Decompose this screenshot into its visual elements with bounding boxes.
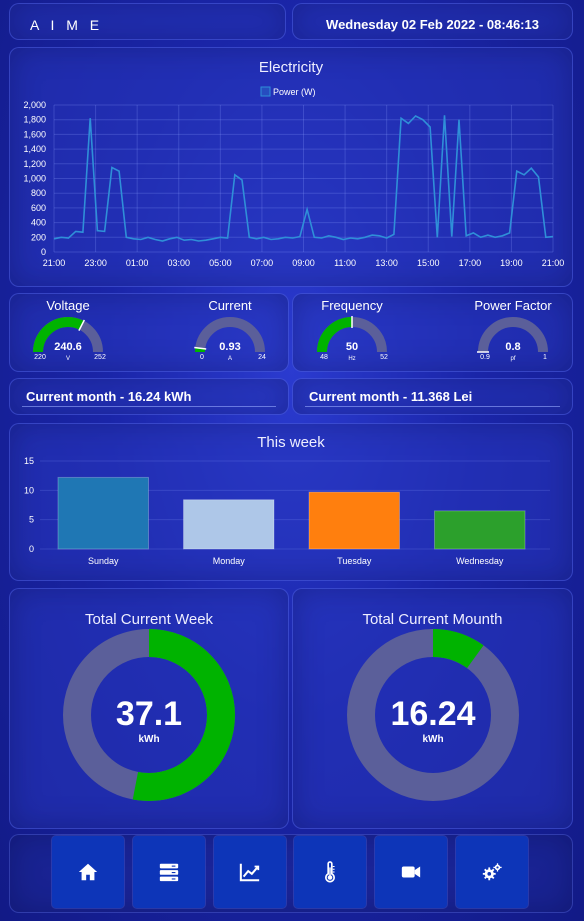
x-tick-label: 15:00 bbox=[417, 258, 440, 268]
gauges-right: Frequency 50 Hz 48 52 Power Factor 0.8 pf 0.9 1 bbox=[317, 298, 552, 362]
chart-line-icon bbox=[239, 863, 260, 882]
gears-icon bbox=[482, 863, 502, 881]
x-tick-label: 03:00 bbox=[167, 258, 190, 268]
gauge-value: 240.6 bbox=[54, 341, 82, 353]
gauge-max: 24 bbox=[258, 354, 266, 361]
electricity-line-chart: Power (W) 0 200 400 600 800 1,000 1,200 1,400 1,… bbox=[23, 86, 565, 268]
nav-home-button[interactable] bbox=[52, 836, 124, 908]
week-bar bbox=[308, 491, 400, 550]
x-tick-label: Sunday bbox=[88, 556, 119, 566]
total-week-donut: 37.1 kWh bbox=[63, 629, 235, 801]
gauge-min: 0.9 bbox=[480, 354, 490, 361]
x-tick-label: Wednesday bbox=[456, 556, 504, 566]
month-lei-text: Current month - 11.368 Lei bbox=[309, 389, 473, 404]
gauge-title: Voltage bbox=[46, 298, 89, 313]
nav-temperature-button[interactable] bbox=[294, 836, 366, 908]
total-month-unit: kWh bbox=[422, 734, 443, 745]
x-tick-label: 17:00 bbox=[459, 258, 482, 268]
total-week-card: Total Current Week 37.1 kWh bbox=[9, 588, 289, 829]
y-tick-label: 400 bbox=[31, 218, 46, 228]
gauge-unit: pf bbox=[510, 356, 515, 362]
month-lei-divider bbox=[305, 406, 560, 407]
y-tick-label: 0 bbox=[29, 544, 34, 554]
gauge-min: 0 bbox=[200, 354, 204, 361]
total-month-value: 16.24 bbox=[390, 695, 475, 733]
y-tick-label: 1,000 bbox=[23, 174, 46, 184]
x-tick-label: 13:00 bbox=[375, 258, 398, 268]
gauge-unit: V bbox=[66, 356, 70, 362]
week-bar-chart: 0 5 10 15 Sunday Monday Tuesday Wednesday bbox=[24, 456, 550, 566]
y-tick-label: 5 bbox=[29, 515, 34, 525]
gauge-title: Frequency bbox=[321, 298, 383, 313]
gauge-title: Power Factor bbox=[474, 298, 552, 313]
legend-swatch bbox=[260, 86, 271, 97]
y-tick-label: 10 bbox=[24, 485, 34, 495]
nav-servers-button[interactable] bbox=[133, 836, 205, 908]
gauge-max: 52 bbox=[380, 354, 388, 361]
gauge-unit: Hz bbox=[348, 356, 355, 362]
week-bar bbox=[434, 510, 526, 550]
y-tick-label: 1,400 bbox=[23, 144, 46, 154]
total-week-unit: kWh bbox=[138, 734, 159, 745]
app-title: A I M E bbox=[30, 17, 104, 33]
gauge-value: 0.8 bbox=[505, 341, 520, 353]
voltage-current-card: Voltage 240.6 V 220 252 Current 0.93 A 0 24 bbox=[9, 293, 289, 372]
x-tick-label: 09:00 bbox=[292, 258, 315, 268]
month-lei-card: Current month - 11.368 Lei bbox=[292, 378, 573, 415]
nav-settings-button[interactable] bbox=[456, 836, 528, 908]
week-bar bbox=[57, 476, 149, 550]
gauge-value: 50 bbox=[346, 341, 358, 353]
total-month-donut: 16.24 kWh bbox=[347, 629, 519, 801]
week-chart-card: This week 0 5 10 15 Sunday Monday Tuesday Wedne… bbox=[9, 423, 573, 581]
y-tick-label: 1,800 bbox=[23, 115, 46, 125]
server-icon bbox=[159, 863, 179, 882]
gauge-unit: A bbox=[228, 356, 232, 362]
x-tick-label: 05:00 bbox=[209, 258, 232, 268]
current-datetime: Wednesday 02 Feb 2022 - 08:46:13 bbox=[326, 17, 539, 32]
y-tick-label: 800 bbox=[31, 188, 46, 198]
x-tick-label: 11:00 bbox=[334, 258, 356, 268]
x-tick-label: 21:00 bbox=[43, 258, 66, 268]
frequency-pf-card: Frequency 50 Hz 48 52 Power Factor 0.8 pf 0.9 1 bbox=[292, 293, 573, 372]
thermometer-icon bbox=[325, 861, 335, 883]
nav-camera-button[interactable] bbox=[375, 836, 447, 908]
total-month-card: Total Current Mounth 16.24 kWh bbox=[292, 588, 573, 829]
gauge-title: Current bbox=[208, 298, 252, 313]
total-week-value: 37.1 bbox=[116, 695, 182, 733]
header-title-card: A I M E bbox=[9, 3, 286, 40]
y-tick-label: 0 bbox=[41, 247, 46, 257]
gauge-min: 48 bbox=[320, 354, 328, 361]
electricity-chart-card: Electricity Power (W) 0 200 400 600 800 1,000… bbox=[9, 47, 573, 287]
x-tick-label: Monday bbox=[213, 556, 246, 566]
x-tick-label: 21:00 bbox=[542, 258, 565, 268]
gauge-max: 252 bbox=[94, 354, 106, 361]
home-icon bbox=[78, 863, 98, 881]
y-tick-label: 1,600 bbox=[23, 129, 46, 139]
y-tick-label: 15 bbox=[24, 456, 34, 466]
y-tick-label: 1,200 bbox=[23, 159, 46, 169]
x-tick-label: 07:00 bbox=[251, 258, 274, 268]
gauges-left: Voltage 240.6 V 220 252 Current 0.93 A 0 24 bbox=[33, 298, 266, 362]
month-kwh-divider bbox=[22, 406, 276, 407]
gauge-min: 220 bbox=[34, 354, 46, 361]
x-tick-label: Tuesday bbox=[337, 556, 372, 566]
header-date-card: Wednesday 02 Feb 2022 - 08:46:13 bbox=[292, 3, 573, 40]
video-camera-icon bbox=[401, 866, 421, 878]
x-tick-label: 23:00 bbox=[84, 258, 107, 268]
y-tick-label: 600 bbox=[31, 203, 46, 213]
nav-chart-button[interactable] bbox=[214, 836, 286, 908]
gauge-max: 1 bbox=[543, 354, 547, 361]
legend-label: Power (W) bbox=[273, 87, 316, 97]
month-kwh-text: Current month - 16.24 kWh bbox=[26, 389, 192, 404]
y-tick-label: 200 bbox=[31, 232, 46, 242]
y-tick-label: 2,000 bbox=[23, 100, 46, 110]
x-tick-label: 01:00 bbox=[126, 258, 149, 268]
month-kwh-card: Current month - 16.24 kWh bbox=[9, 378, 289, 415]
gauge-value: 0.93 bbox=[219, 341, 240, 353]
x-tick-label: 19:00 bbox=[500, 258, 523, 268]
week-bar bbox=[183, 499, 275, 550]
